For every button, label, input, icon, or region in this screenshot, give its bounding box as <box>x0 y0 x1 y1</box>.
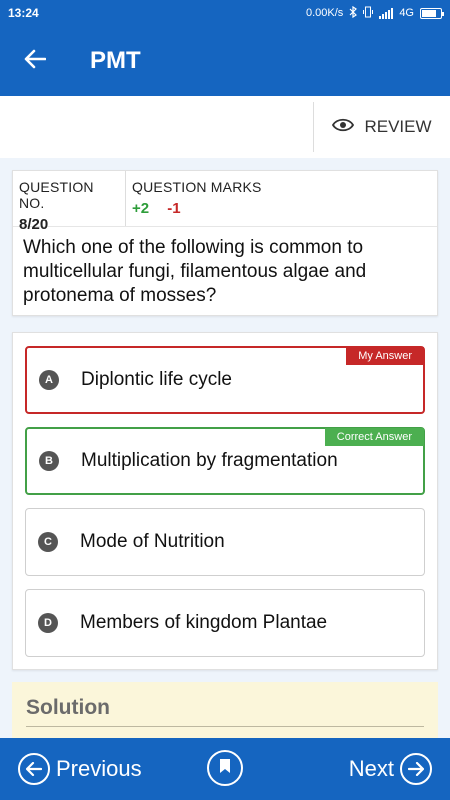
marks-negative: -1 <box>167 200 181 217</box>
network-speed: 0.00K/s <box>306 7 344 19</box>
arrow-left-circle-icon <box>18 753 50 785</box>
question-number-cell: QUESTION NO. 8/20 <box>13 171 126 233</box>
option-b[interactable]: B Multiplication by fragmentation Correc… <box>25 427 425 495</box>
question-card: QUESTION NO. 8/20 QUESTION MARKS +2 -1 W… <box>12 170 438 316</box>
question-number-label: QUESTION NO. <box>19 179 94 211</box>
arrow-left-icon <box>24 49 47 74</box>
status-bar: 13:24 0.00K/s 4G <box>0 0 450 26</box>
correct-answer-badge: Correct Answer <box>324 428 424 446</box>
next-button[interactable]: Next <box>349 753 432 785</box>
option-letter: C <box>38 532 58 552</box>
bottom-nav: Previous Next <box>0 738 450 800</box>
previous-button[interactable]: Previous <box>18 753 142 785</box>
marks-positive: +2 <box>132 200 150 217</box>
option-text: Diplontic life cycle <box>81 369 232 390</box>
question-marks-cell: QUESTION MARKS +2 -1 <box>126 171 268 226</box>
page-title: PMT <box>90 47 141 74</box>
question-number-value: 8/20 <box>19 216 49 233</box>
bookmark-icon <box>219 758 231 779</box>
status-time: 13:24 <box>8 6 39 20</box>
option-text: Multiplication by fragmentation <box>81 450 338 471</box>
vibrate-icon <box>363 6 374 21</box>
app-bar: PMT <box>0 26 450 96</box>
option-letter: A <box>39 370 59 390</box>
tool-row: REVIEW <box>0 96 450 158</box>
question-meta: QUESTION NO. 8/20 QUESTION MARKS +2 -1 <box>13 171 437 233</box>
bookmark-button[interactable] <box>207 750 243 786</box>
arrow-right-circle-icon <box>400 753 432 785</box>
eye-icon <box>332 117 355 137</box>
option-a[interactable]: A Diplontic life cycle My Answer <box>25 346 425 414</box>
option-text: Members of kingdom Plantae <box>80 612 328 633</box>
my-answer-badge: My Answer <box>346 347 424 365</box>
battery-icon <box>420 7 444 19</box>
review-button[interactable]: REVIEW <box>313 102 450 152</box>
next-label: Next <box>348 756 394 781</box>
option-letter: B <box>39 451 59 471</box>
solution-heading: Solution <box>26 696 424 727</box>
network-type: 4G <box>399 7 414 19</box>
options-card: A Diplontic life cycle My Answer B Multi… <box>12 332 438 670</box>
question-text: Which one of the following is common to … <box>23 237 367 306</box>
review-label: REVIEW <box>364 117 432 136</box>
option-letter: D <box>38 613 58 633</box>
solution-section: Solution <box>12 682 438 742</box>
option-d[interactable]: D Members of kingdom Plantae <box>25 589 425 657</box>
previous-label: Previous <box>56 756 142 781</box>
status-icons: 0.00K/s 4G <box>306 5 444 21</box>
bluetooth-icon <box>349 5 358 21</box>
option-text: Mode of Nutrition <box>80 531 225 552</box>
back-button[interactable] <box>0 26 70 96</box>
option-c[interactable]: C Mode of Nutrition <box>25 508 425 576</box>
signal-icon <box>379 7 394 19</box>
question-marks-label: QUESTION MARKS <box>132 179 262 195</box>
